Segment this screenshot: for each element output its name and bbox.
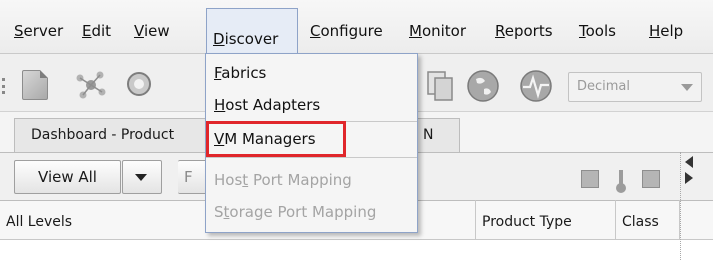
menu-configure[interactable]: Configure xyxy=(304,0,389,54)
menu-configure-mnemonic: C xyxy=(310,22,321,40)
column-header-class-label: Class xyxy=(622,214,659,230)
menu-edit-rest: dit xyxy=(91,22,112,40)
menu-view[interactable]: View xyxy=(128,0,176,54)
menu-discover-mnemonic: D xyxy=(213,30,225,48)
vertical-divider xyxy=(680,152,700,260)
pulse-icon[interactable] xyxy=(519,69,553,103)
menu-server-mnemonic: S xyxy=(14,22,24,40)
menu-edit[interactable]: Edit xyxy=(76,0,117,54)
tab-dashboard-product[interactable]: Dashboard - Product xyxy=(14,118,214,152)
menu-tools-mnemonic: T xyxy=(579,22,586,40)
menu-monitor-rest: onitor xyxy=(421,22,467,40)
chevron-down-icon xyxy=(681,84,693,91)
menu-tools[interactable]: Tools xyxy=(573,0,622,54)
menu-tools-rest: ools xyxy=(585,22,616,40)
column-header-product-type[interactable]: Product Type xyxy=(476,200,616,240)
menu-item-fabrics-rest: abrics xyxy=(221,64,267,82)
column-header-all-levels-label: All Levels xyxy=(6,214,73,230)
globe-icon[interactable] xyxy=(466,69,500,103)
menu-item-host-adapters[interactable]: Host Adapters xyxy=(206,88,417,122)
table-body[interactable] xyxy=(0,240,713,260)
menu-reports-rest: eports xyxy=(504,22,553,40)
grid-icon[interactable] xyxy=(581,170,599,188)
menu-monitor-mnemonic: M xyxy=(409,22,422,40)
partial-button-label: F xyxy=(184,168,193,186)
view-all-label: View All xyxy=(38,168,97,186)
menu-item-fabrics[interactable]: Fabrics xyxy=(206,56,417,90)
menu-item-storage-port-mapping-pre: S xyxy=(214,203,224,221)
menu-separator xyxy=(206,157,417,158)
menu-reports-mnemonic: R xyxy=(495,22,505,40)
menu-monitor[interactable]: Monitor xyxy=(403,0,472,54)
menu-view-rest: iew xyxy=(143,22,170,40)
menu-item-host-port-mapping[interactable]: Host Port Mapping xyxy=(206,163,417,197)
toolbar-grip-icon[interactable] xyxy=(2,78,8,94)
menu-server-rest: erver xyxy=(23,22,64,40)
menu-item-host-port-mapping-pre: Hos xyxy=(214,171,243,189)
thermometer-icon[interactable] xyxy=(614,168,628,194)
stop-icon[interactable] xyxy=(642,170,660,188)
menu-item-host-adapters-mnemonic: H xyxy=(214,96,226,114)
menu-item-host-port-mapping-rest: Port Mapping xyxy=(248,171,352,189)
menu-view-mnemonic: V xyxy=(134,22,144,40)
highlight-annotation xyxy=(206,121,346,157)
tab-partial[interactable]: N xyxy=(414,118,460,152)
number-format-select[interactable]: Decimal xyxy=(568,72,702,102)
menu-help[interactable]: Help xyxy=(643,0,689,54)
search-icon[interactable] xyxy=(124,70,158,102)
view-dropdown-button[interactable] xyxy=(122,160,162,194)
menu-configure-rest: onfigure xyxy=(320,22,383,40)
menu-reports[interactable]: Reports xyxy=(489,0,559,54)
copy-icon[interactable] xyxy=(425,70,455,102)
column-header-product-type-label: Product Type xyxy=(482,214,572,230)
view-all-button[interactable]: View All xyxy=(14,160,121,194)
menu-item-host-adapters-rest: ost Adapters xyxy=(225,96,321,114)
menu-help-rest: elp xyxy=(660,22,684,40)
menu-help-mnemonic: H xyxy=(649,22,661,40)
menu-item-storage-port-mapping-rest: orage Port Mapping xyxy=(229,203,377,221)
tab-dashboard-product-label: Dashboard - Product xyxy=(31,127,175,143)
number-format-value: Decimal xyxy=(577,79,631,94)
document-icon[interactable] xyxy=(22,70,48,100)
column-header-class[interactable]: Class xyxy=(616,200,680,240)
discover-icon[interactable] xyxy=(74,68,108,102)
menu-item-storage-port-mapping[interactable]: Storage Port Mapping xyxy=(206,195,417,229)
menu-server[interactable]: Server xyxy=(8,0,69,54)
menu-discover-rest: iscover xyxy=(224,30,279,48)
tab-partial-label: N xyxy=(423,127,434,143)
